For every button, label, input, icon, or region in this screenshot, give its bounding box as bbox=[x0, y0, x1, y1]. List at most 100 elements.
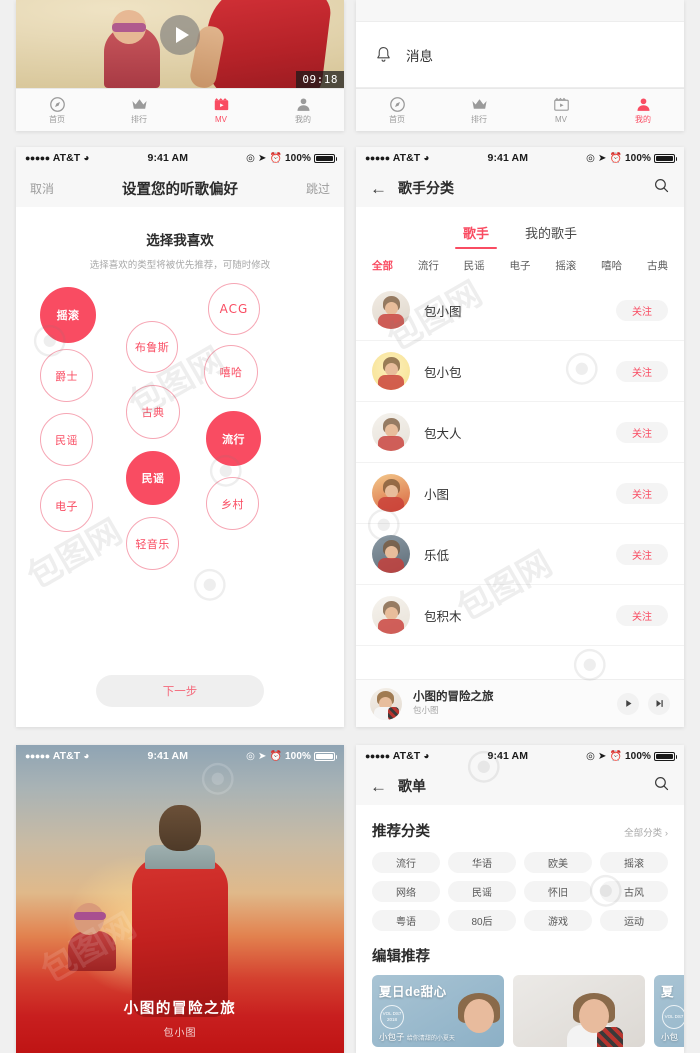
carrier-label: AT&T bbox=[52, 750, 81, 762]
genre-filter-chip[interactable]: 电子 bbox=[509, 258, 530, 273]
genre-bubble[interactable]: 电子 bbox=[40, 479, 93, 532]
preference-heading: 选择我喜欢 bbox=[146, 233, 214, 248]
genre-bubble[interactable]: 乡村 bbox=[206, 477, 259, 530]
mv-thumbnail[interactable]: 09:18 bbox=[16, 0, 344, 88]
artist-row[interactable]: 包积木 关注 bbox=[356, 585, 684, 646]
card-volume-badge: VOL DS7 2018 bbox=[380, 1005, 404, 1029]
artist-name: 包小图 bbox=[424, 304, 462, 319]
genre-bubble[interactable]: 流行 bbox=[206, 411, 261, 466]
sidebar-item-home[interactable]: 首页 bbox=[16, 89, 98, 131]
mini-player-artwork bbox=[370, 687, 402, 720]
follow-button[interactable]: 关注 bbox=[616, 543, 668, 565]
genre-filter-chip[interactable]: 古典 bbox=[647, 258, 668, 273]
all-categories-label: 全部分类 bbox=[624, 828, 663, 839]
tab-artists[interactable]: 歌手 bbox=[463, 223, 489, 249]
category-chip[interactable]: 古风 bbox=[600, 881, 668, 902]
category-chip[interactable]: 欧美 bbox=[524, 852, 592, 873]
sidebar-item-mv[interactable]: MV bbox=[180, 89, 262, 131]
category-chip[interactable]: 流行 bbox=[372, 852, 440, 873]
category-chip[interactable]: 游戏 bbox=[524, 910, 592, 931]
tab-my-artists[interactable]: 我的歌手 bbox=[525, 223, 577, 249]
genre-filter-chip[interactable]: 嘻哈 bbox=[601, 258, 622, 273]
navigation-icon: ➤ bbox=[597, 750, 607, 762]
sidebar-item-rank[interactable]: 排行 bbox=[438, 89, 520, 131]
next-step-button[interactable]: 下一步 bbox=[96, 675, 264, 707]
tab-label: MV bbox=[215, 115, 227, 124]
card-headline: 夏 bbox=[661, 985, 675, 999]
hero-cape bbox=[132, 857, 228, 1017]
genre-bubble[interactable]: ACG bbox=[208, 283, 260, 335]
location-icon: ◎ bbox=[246, 152, 255, 164]
genre-bubble[interactable]: 古典 bbox=[126, 385, 180, 439]
sidebar-item-mv[interactable]: MV bbox=[520, 89, 602, 131]
search-icon[interactable] bbox=[653, 177, 670, 199]
list-item[interactable]: 夏日de甜心 VOL DS7 2018 小包子 给你清甜的小夏天 bbox=[372, 975, 504, 1047]
sidebar-item-mine[interactable]: 我的 bbox=[602, 89, 684, 131]
battery-icon bbox=[314, 751, 337, 761]
next-track-icon[interactable] bbox=[648, 692, 670, 715]
preference-panel: ●●●●● AT&T ◕ 9:41 AM ◎ ➤ ⏰ 100% 取消 设置您的听… bbox=[16, 147, 344, 727]
follow-button[interactable]: 关注 bbox=[616, 299, 668, 321]
category-chip[interactable]: 网络 bbox=[372, 881, 440, 902]
avatar bbox=[372, 535, 410, 573]
artist-name: 乐低 bbox=[424, 548, 450, 563]
category-chip[interactable]: 粤语 bbox=[372, 910, 440, 931]
artist-row[interactable]: 包小包 关注 bbox=[356, 341, 684, 402]
category-chip[interactable]: 80后 bbox=[448, 910, 516, 931]
battery-percent: 100% bbox=[625, 152, 651, 164]
sidebar-item-home[interactable]: 首页 bbox=[356, 89, 438, 131]
play-icon[interactable] bbox=[617, 692, 639, 715]
artist-row[interactable]: 包小图 关注 bbox=[356, 280, 684, 341]
clock: 9:41 AM bbox=[147, 750, 189, 762]
genre-filter-chip[interactable]: 民谣 bbox=[464, 258, 485, 273]
hero-subtitle: 包小图 bbox=[163, 1028, 197, 1039]
genre-filter-chip[interactable]: 全部 bbox=[372, 258, 393, 273]
artist-row[interactable]: 包大人 关注 bbox=[356, 402, 684, 463]
genre-bubble[interactable]: 轻音乐 bbox=[126, 517, 179, 570]
crown-icon bbox=[471, 99, 487, 109]
artist-name: 包小包 bbox=[424, 365, 462, 380]
genre-filter-chip[interactable]: 流行 bbox=[418, 258, 439, 273]
follow-button[interactable]: 关注 bbox=[616, 360, 668, 382]
genre-bubble[interactable]: 布鲁斯 bbox=[126, 321, 178, 373]
compass-icon bbox=[49, 97, 65, 112]
location-icon: ◎ bbox=[586, 750, 595, 762]
mini-player: 小图的冒险之旅 包小图 bbox=[356, 679, 684, 727]
category-chip[interactable]: 怀旧 bbox=[524, 881, 592, 902]
compass-icon bbox=[389, 97, 405, 112]
alarm-icon: ⏰ bbox=[269, 750, 283, 762]
list-item-messages[interactable]: 消息 bbox=[356, 22, 684, 88]
list-item[interactable]: 夏 VOL DS7 小包 bbox=[654, 975, 684, 1047]
genre-bubble[interactable]: 民谣 bbox=[40, 413, 93, 466]
tab-bar: 首页 排行 MV 我的 bbox=[16, 88, 344, 131]
all-categories-link[interactable]: 全部分类 › bbox=[624, 825, 668, 839]
follow-button[interactable]: 关注 bbox=[616, 482, 668, 504]
category-chip[interactable]: 运动 bbox=[600, 910, 668, 931]
genre-bubble[interactable]: 嘻哈 bbox=[204, 345, 258, 399]
battery-icon bbox=[314, 153, 337, 163]
cancel-button[interactable]: 取消 bbox=[30, 180, 54, 197]
follow-button[interactable]: 关注 bbox=[616, 421, 668, 443]
genre-bubble[interactable]: 民谣 bbox=[126, 451, 180, 505]
sidebar-item-mine[interactable]: 我的 bbox=[262, 89, 344, 131]
crown-icon bbox=[131, 99, 147, 109]
category-chip[interactable]: 华语 bbox=[448, 852, 516, 873]
artist-row[interactable]: 小图 关注 bbox=[356, 463, 684, 524]
category-chip[interactable]: 民谣 bbox=[448, 881, 516, 902]
status-bar: ●●●●● AT&T ◕ 9:41 AM ◎ ➤ ⏰ 100% bbox=[16, 147, 344, 169]
search-icon[interactable] bbox=[653, 775, 670, 797]
skip-button[interactable]: 跳过 bbox=[306, 180, 330, 197]
mv-child-mask bbox=[112, 23, 146, 32]
follow-button[interactable]: 关注 bbox=[616, 604, 668, 626]
genre-filter-chip[interactable]: 摇滚 bbox=[555, 258, 576, 273]
genre-bubble[interactable]: 摇滚 bbox=[40, 287, 96, 343]
artist-row[interactable]: 乐低 关注 bbox=[356, 524, 684, 585]
category-chip[interactable]: 摇滚 bbox=[600, 852, 668, 873]
page-title: 歌单 bbox=[398, 778, 426, 794]
back-arrow-icon[interactable]: ← bbox=[370, 180, 387, 197]
list-item[interactable] bbox=[513, 975, 645, 1047]
genre-bubble[interactable]: 爵士 bbox=[40, 349, 93, 402]
play-icon[interactable] bbox=[160, 15, 200, 56]
back-arrow-icon[interactable]: ← bbox=[370, 778, 387, 795]
sidebar-item-rank[interactable]: 排行 bbox=[98, 89, 180, 131]
